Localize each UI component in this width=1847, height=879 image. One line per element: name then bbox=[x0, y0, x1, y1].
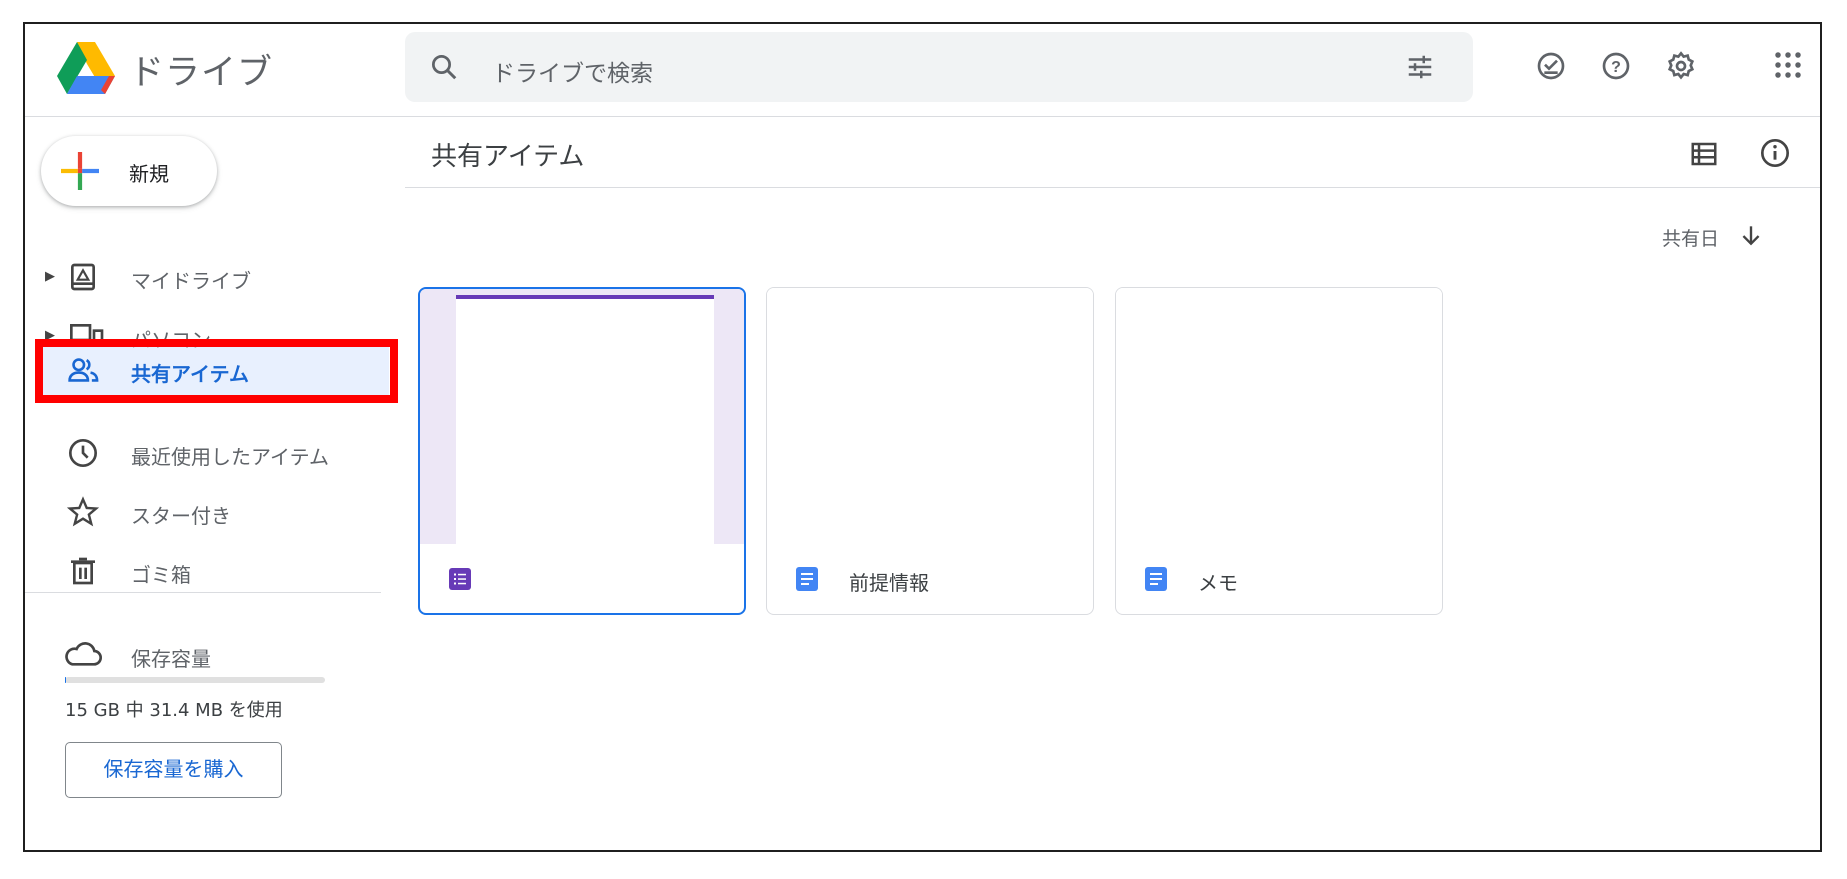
settings-gear-icon[interactable] bbox=[1665, 50, 1697, 82]
forms-file-icon bbox=[449, 568, 471, 590]
sidebar-divider bbox=[25, 592, 381, 593]
trash-icon bbox=[71, 557, 95, 585]
app-title[interactable]: ドライブ bbox=[129, 44, 273, 95]
my-drive-icon bbox=[71, 263, 95, 291]
form-header-stripe bbox=[456, 295, 714, 299]
storage-quota-bar bbox=[65, 677, 325, 683]
sidebar-item-trash[interactable]: ゴミ箱 bbox=[25, 543, 381, 599]
sidebar-item-label: スター付き bbox=[131, 504, 231, 528]
star-icon bbox=[67, 496, 99, 527]
new-button-label: 新規 bbox=[129, 162, 169, 186]
cloud-icon bbox=[65, 642, 102, 666]
list-view-icon[interactable] bbox=[1689, 139, 1719, 169]
sidebar-item-my-drive[interactable]: ▶ マイドライブ bbox=[25, 249, 381, 305]
search-options-icon[interactable] bbox=[1405, 52, 1435, 82]
file-name: 前提情報 bbox=[849, 571, 929, 595]
top-header: ドライブ ドライブで検索 ? bbox=[25, 24, 1820, 117]
sidebar-item-label: ゴミ箱 bbox=[131, 563, 191, 587]
page-title: 共有アイテム bbox=[431, 142, 585, 172]
expand-caret-icon[interactable]: ▶ bbox=[45, 269, 55, 284]
storage-quota-fill bbox=[65, 677, 66, 683]
sidebar-item-label: マイドライブ bbox=[131, 269, 251, 293]
sidebar-item-label: 保存容量 bbox=[131, 647, 211, 671]
file-card[interactable]: メモ bbox=[1115, 287, 1443, 615]
info-icon[interactable] bbox=[1759, 137, 1791, 169]
ready-for-offline-icon[interactable] bbox=[1535, 50, 1567, 82]
help-icon[interactable]: ? bbox=[1600, 50, 1632, 82]
sidebar-item-storage[interactable]: 保存容量 bbox=[25, 627, 381, 683]
file-thumbnail bbox=[420, 289, 744, 544]
drive-logo-icon[interactable] bbox=[57, 42, 115, 94]
drive-window: ドライブ ドライブで検索 ? 新規 ▶ マイドライブ ▶ パソコン 共有アイテム… bbox=[23, 22, 1822, 852]
plus-icon bbox=[61, 152, 99, 190]
sidebar-item-recent[interactable]: 最近使用したアイテム bbox=[25, 425, 381, 481]
file-card[interactable]: 前提情報 bbox=[766, 287, 1094, 615]
file-thumbnail bbox=[767, 288, 1093, 543]
sidebar-item-starred[interactable]: スター付き bbox=[25, 484, 381, 540]
file-name: メモ bbox=[1198, 571, 1238, 595]
arrow-down-icon[interactable] bbox=[1738, 222, 1764, 248]
form-preview bbox=[456, 295, 714, 544]
docs-file-icon bbox=[1145, 567, 1167, 591]
file-card[interactable] bbox=[418, 287, 746, 615]
red-highlight-annotation bbox=[35, 339, 398, 403]
buy-storage-button[interactable]: 保存容量を購入 bbox=[65, 742, 282, 798]
docs-file-icon bbox=[796, 567, 818, 591]
search-input[interactable]: ドライブで検索 bbox=[492, 54, 653, 88]
svg-text:?: ? bbox=[1611, 59, 1621, 76]
search-icon[interactable] bbox=[429, 52, 459, 82]
search-bar[interactable]: ドライブで検索 bbox=[405, 32, 1473, 102]
apps-grid-icon[interactable] bbox=[1773, 50, 1803, 80]
main-header-divider bbox=[405, 187, 1820, 188]
sort-by-label[interactable]: 共有日 bbox=[1662, 224, 1719, 251]
new-button[interactable]: 新規 bbox=[41, 136, 217, 206]
sidebar-item-label: 最近使用したアイテム bbox=[131, 445, 329, 469]
clock-icon bbox=[69, 439, 97, 467]
file-thumbnail bbox=[1116, 288, 1442, 543]
storage-usage-text: 15 GB 中 31.4 MB を使用 bbox=[65, 700, 283, 721]
